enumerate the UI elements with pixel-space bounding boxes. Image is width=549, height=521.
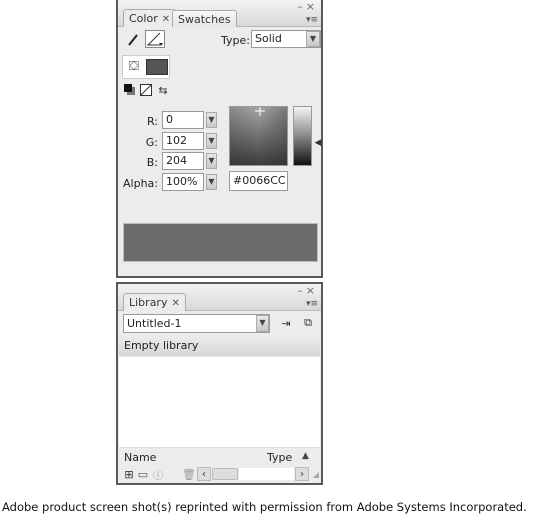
- horizontal-scroll-thumb[interactable]: [212, 468, 238, 480]
- black-white-icon[interactable]: [124, 84, 136, 96]
- tab-color-label: Color: [129, 12, 158, 25]
- alpha-label: Alpha:: [123, 177, 158, 190]
- color-space-picker[interactable]: [229, 106, 288, 166]
- document-select-value: Untitled-1: [127, 317, 182, 330]
- close-icon[interactable]: ✕: [171, 298, 179, 309]
- resize-grip-icon[interactable]: ◢: [311, 469, 321, 479]
- window-controls: –×: [297, 0, 318, 13]
- tab-swatches-label: Swatches: [178, 13, 231, 26]
- panel-menu-icon[interactable]: ▾≡: [306, 299, 318, 309]
- window-controls: –×: [297, 284, 318, 297]
- alpha-input[interactable]: 100%: [162, 173, 204, 191]
- library-panel: Library ✕ –× ▾≡ Untitled-1 ▼ ⇥ ⧉ Empty li…: [116, 282, 323, 485]
- type-value: Solid: [255, 32, 282, 45]
- g-label: G:: [145, 136, 158, 149]
- paint-bucket-icon: ⛋: [129, 58, 139, 74]
- library-footer-toolbar: ⊞ ▭ ⓘ 🗑 ‹ › ◢: [119, 465, 320, 483]
- stroke-color-swatch[interactable]: [145, 30, 165, 48]
- color-preview-bar: [123, 223, 318, 262]
- swap-colors-icon[interactable]: ⇆: [156, 83, 170, 97]
- b-input[interactable]: 204: [162, 152, 204, 170]
- close-panel-icon[interactable]: ×: [306, 0, 318, 13]
- color-panel: Color ✕ Swatches –× ▾≡ Type: Solid ▼ ⛋ ⇆ …: [116, 0, 323, 278]
- alpha-slider-arrow[interactable]: ▼: [206, 174, 217, 190]
- hex-value: #0066CC: [233, 174, 286, 187]
- r-input[interactable]: 0: [162, 111, 204, 129]
- caption: Adobe product screen shot(s) reprinted w…: [2, 500, 527, 514]
- r-label: R:: [146, 115, 158, 128]
- tab-color[interactable]: Color ✕: [123, 9, 177, 27]
- column-name[interactable]: Name: [124, 451, 156, 464]
- tab-swatches[interactable]: Swatches: [172, 10, 237, 27]
- column-type[interactable]: Type: [267, 451, 292, 464]
- minimize-icon[interactable]: –: [297, 284, 306, 297]
- brightness-slider[interactable]: [293, 106, 312, 166]
- library-panel-titlebar: Library ✕ –× ▾≡: [118, 284, 321, 311]
- crosshair-icon: [255, 107, 265, 116]
- r-value: 0: [166, 113, 173, 126]
- g-slider-arrow[interactable]: ▼: [206, 133, 217, 149]
- b-slider-arrow[interactable]: ▼: [206, 153, 217, 169]
- minimize-icon[interactable]: –: [297, 0, 306, 13]
- new-symbol-icon[interactable]: ⊞: [122, 467, 136, 481]
- tab-library-label: Library: [129, 296, 168, 309]
- delete-icon[interactable]: 🗑: [182, 467, 196, 481]
- library-status-text: Empty library: [124, 339, 199, 352]
- color-panel-titlebar: Color ✕ Swatches –× ▾≡: [118, 0, 321, 27]
- horizontal-scroll-track[interactable]: [239, 468, 294, 480]
- library-status-bar: Empty library: [119, 336, 320, 356]
- g-value: 102: [166, 134, 187, 147]
- sort-toggle-icon[interactable]: ▲: [302, 451, 309, 461]
- library-document-select[interactable]: Untitled-1: [123, 314, 270, 333]
- pin-library-icon[interactable]: ⇥: [278, 316, 294, 330]
- properties-icon[interactable]: ⓘ: [151, 467, 165, 482]
- close-panel-icon[interactable]: ×: [306, 284, 318, 297]
- fill-color-swatch[interactable]: [146, 59, 168, 75]
- close-icon[interactable]: ✕: [162, 14, 170, 25]
- tab-library[interactable]: Library ✕: [123, 293, 186, 311]
- g-input[interactable]: 102: [162, 132, 204, 150]
- r-slider-arrow[interactable]: ▼: [206, 112, 217, 128]
- panel-menu-icon[interactable]: ▾≡: [306, 15, 318, 25]
- library-column-header: Name Type ▲: [119, 447, 320, 466]
- new-folder-icon[interactable]: ▭: [136, 467, 150, 481]
- type-label: Type:: [221, 34, 250, 47]
- pencil-icon: [126, 32, 140, 48]
- b-label: B:: [146, 156, 158, 169]
- brightness-pointer-icon[interactable]: ◀: [314, 138, 322, 148]
- alpha-value: 100%: [166, 175, 198, 188]
- b-value: 204: [166, 154, 187, 167]
- no-color-icon[interactable]: [140, 84, 152, 96]
- document-dropdown-arrow[interactable]: ▼: [256, 315, 269, 332]
- new-library-panel-icon[interactable]: ⧉: [300, 316, 316, 330]
- type-dropdown-arrow[interactable]: ▼: [306, 31, 320, 47]
- library-item-list[interactable]: [119, 357, 320, 447]
- scroll-left-button[interactable]: ‹: [197, 467, 211, 481]
- hex-input[interactable]: #0066CC: [229, 171, 288, 191]
- scroll-right-button[interactable]: ›: [295, 467, 309, 481]
